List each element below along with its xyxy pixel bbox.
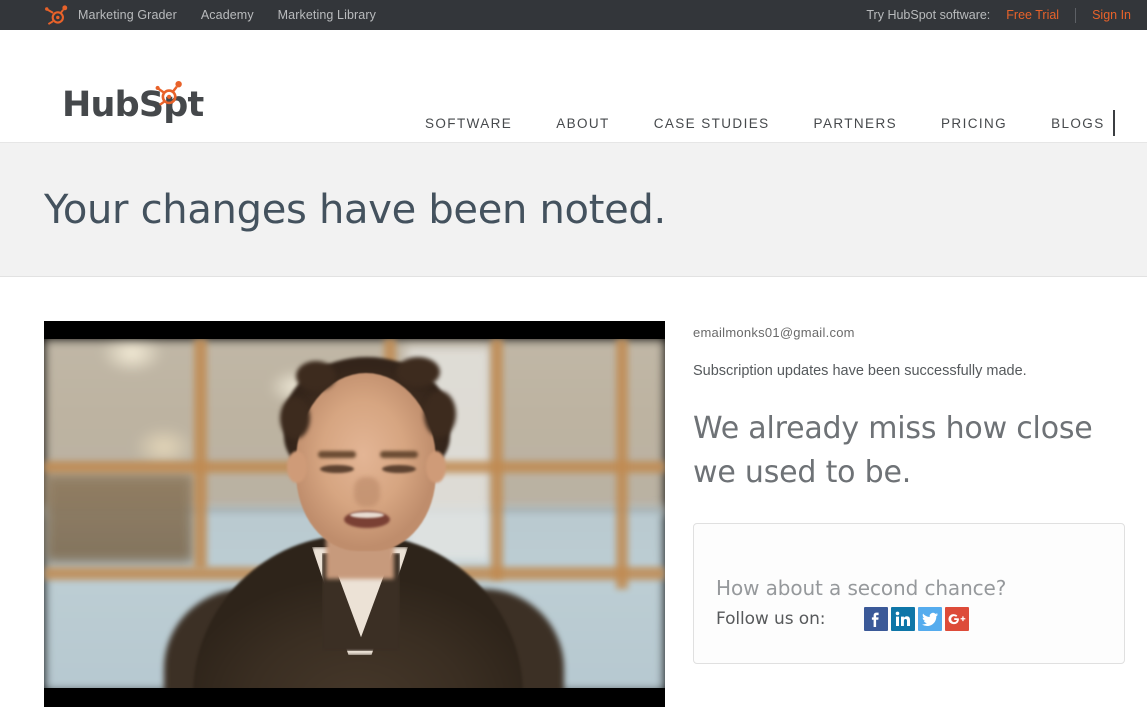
utility-cta-group: Try HubSpot software: Free Trial Sign In	[866, 7, 1131, 23]
video-letterbox-top	[44, 321, 665, 339]
subject-teeth	[350, 512, 384, 518]
subject-nose	[354, 477, 380, 507]
subject-ear-right	[426, 451, 446, 483]
brand-text-tail: t	[187, 85, 205, 125]
page-title: Your changes have been noted.	[44, 186, 666, 233]
subscription-status-message: Subscription updates have been successfu…	[693, 363, 1027, 379]
nav-item-pricing[interactable]: PRICING	[941, 116, 1007, 131]
utility-nav-links: Marketing Grader Academy Marketing Libra…	[78, 8, 376, 22]
second-chance-question: How about a second chance?	[716, 576, 1007, 601]
video-scene	[44, 339, 665, 688]
video-subject-person	[44, 339, 665, 688]
google-plus-icon	[948, 614, 966, 625]
utility-bar: Marketing Grader Academy Marketing Libra…	[0, 0, 1147, 30]
subscriber-email: emailmonks01@gmail.com	[693, 325, 855, 340]
utility-link-marketing-grader[interactable]: Marketing Grader	[78, 8, 177, 22]
hubspot-sprocket-icon[interactable]	[44, 2, 70, 28]
try-hubspot-label: Try HubSpot software:	[866, 8, 991, 22]
linkedin-icon	[895, 611, 910, 627]
social-icon-list	[864, 607, 969, 632]
primary-nav-links: SOFTWARE ABOUT CASE STUDIES PARTNERS PRI…	[425, 110, 1147, 136]
utility-link-academy[interactable]: Academy	[201, 8, 254, 22]
facebook-icon	[871, 612, 879, 628]
subject-eyebrow-left	[318, 451, 356, 458]
sign-in-link[interactable]: Sign In	[1092, 8, 1131, 22]
second-chance-card: How about a second chance? Follow us on:	[693, 523, 1125, 665]
utility-divider	[1075, 7, 1077, 23]
nav-item-case-studies[interactable]: CASE STUDIES	[654, 116, 770, 131]
free-trial-link[interactable]: Free Trial	[1006, 8, 1059, 22]
nav-item-software[interactable]: SOFTWARE	[425, 116, 512, 131]
subject-hair-curl	[424, 391, 456, 437]
main-navigation: HubSp t SOFTWARE ABOUT CASE STUDIES PART…	[0, 30, 1147, 143]
video-letterbox-bottom	[44, 688, 665, 707]
nav-item-blogs[interactable]: BLOGS	[1051, 116, 1105, 131]
subject-ear-left	[287, 451, 307, 483]
google-plus-icon[interactable]	[945, 607, 969, 632]
follow-us-label: Follow us on:	[716, 609, 826, 630]
follow-us-row: Follow us on:	[716, 607, 1124, 632]
twitter-icon[interactable]	[918, 607, 942, 632]
linkedin-icon[interactable]	[891, 607, 915, 632]
subject-hair-curl	[296, 361, 336, 391]
hubspot-sprocket-icon	[155, 81, 182, 106]
utility-link-marketing-library[interactable]: Marketing Library	[278, 8, 376, 22]
content-area: emailmonks01@gmail.com Subscription upda…	[0, 277, 1147, 707]
subject-eye-left	[320, 465, 354, 473]
twitter-icon	[922, 613, 938, 627]
hubspot-logo[interactable]: HubSp t	[62, 81, 205, 125]
subject-eyebrow-right	[380, 451, 418, 458]
brand-sprocket-icon	[155, 78, 185, 108]
testimonial-video-thumbnail[interactable]	[44, 321, 665, 707]
nav-item-partners[interactable]: PARTNERS	[814, 116, 897, 131]
subject-hair-curl	[280, 397, 310, 439]
subject-hair-curl	[396, 357, 440, 387]
page-banner: Your changes have been noted.	[0, 143, 1147, 277]
subscription-details-column: emailmonks01@gmail.com Subscription upda…	[693, 321, 1129, 707]
nav-item-about[interactable]: ABOUT	[556, 116, 610, 131]
miss-you-heading: We already miss how close we used to be.	[693, 411, 1093, 491]
subject-eye-right	[382, 465, 416, 473]
facebook-icon[interactable]	[864, 607, 888, 632]
hubspot-sprocket-icon	[45, 5, 68, 25]
nav-divider	[1112, 110, 1115, 136]
